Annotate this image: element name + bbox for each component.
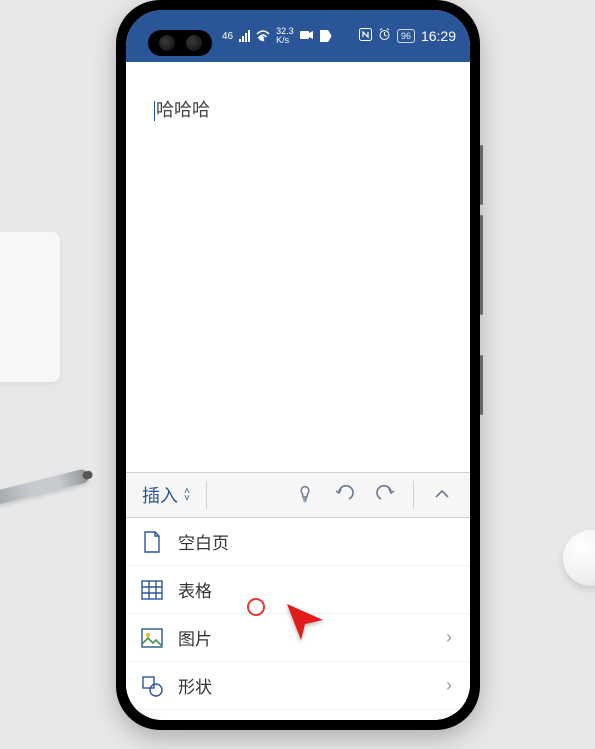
desk-box-prop (0, 232, 60, 382)
document-canvas[interactable]: 哈哈哈 (126, 62, 470, 472)
alarm-icon (378, 28, 391, 44)
hint-button[interactable] (287, 477, 323, 513)
tag-icon (320, 30, 332, 42)
insert-menu-panel: 空白页 表格 图片 › 形状 › (126, 518, 470, 720)
insert-menu-dropdown[interactable]: 插入 ˄˅ (136, 478, 196, 512)
nfc-icon (359, 28, 372, 44)
battery-indicator: 96 (397, 29, 415, 43)
toolbar-divider (206, 481, 207, 509)
editor-toolbar: 插入 ˄˅ (126, 472, 470, 518)
desk-ball-prop (563, 530, 595, 586)
recording-icon (300, 29, 314, 44)
insert-menu-label: 插入 (142, 482, 178, 508)
document-text: 哈哈哈 (156, 100, 210, 120)
close-panel-button[interactable] (424, 477, 460, 513)
undo-button[interactable] (327, 477, 363, 513)
table-icon (140, 578, 164, 602)
updown-icon: ˄˅ (184, 488, 190, 502)
shapes-icon (140, 674, 164, 698)
menu-item-shape[interactable]: 形状 › (126, 662, 470, 710)
chevron-right-icon: › (446, 627, 452, 648)
phone-side-button (480, 355, 483, 415)
chevron-right-icon: › (446, 675, 452, 696)
menu-item-image[interactable]: 图片 › (126, 614, 470, 662)
network-speed: 32.3K/s (276, 27, 294, 45)
toolbar-divider (413, 481, 414, 509)
signal-icon (239, 30, 250, 42)
phone-side-button (480, 145, 483, 205)
redo-button[interactable] (367, 477, 403, 513)
page-icon (140, 530, 164, 554)
phone-screen: 46 32.3K/s (126, 10, 470, 720)
clock-time: 16:29 (421, 28, 456, 44)
menu-item-label: 形状 (178, 673, 212, 698)
menu-item-table[interactable]: 表格 (126, 566, 470, 614)
menu-item-label: 图片 (178, 625, 212, 650)
menu-item-label: 表格 (178, 577, 212, 602)
menu-item-textbox[interactable]: 文本框 (126, 710, 470, 720)
camera-cutout (148, 30, 212, 56)
menu-item-blank-page[interactable]: 空白页 (126, 518, 470, 566)
text-caret (154, 101, 155, 121)
phone-side-button (480, 215, 483, 315)
wifi-icon (256, 30, 270, 42)
image-icon (140, 626, 164, 650)
menu-item-label: 空白页 (178, 529, 229, 554)
desk-pen-prop (0, 468, 90, 506)
network-type-label: 46 (222, 31, 233, 42)
phone-frame: 46 32.3K/s (116, 0, 480, 730)
